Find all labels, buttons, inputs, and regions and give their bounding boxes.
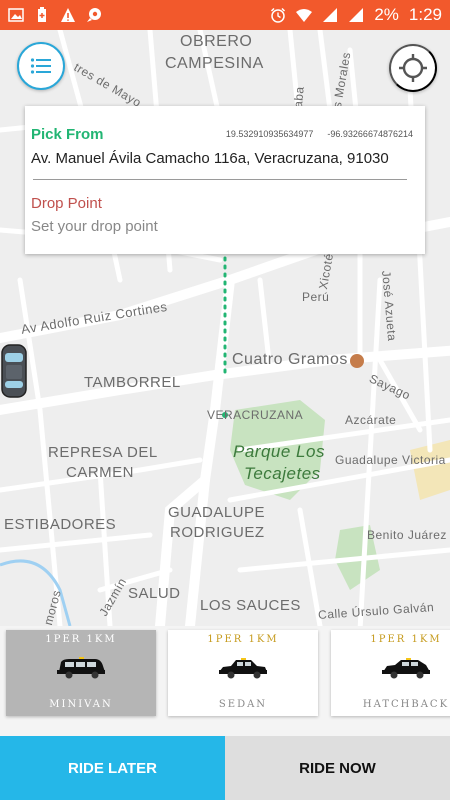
image-icon xyxy=(8,8,24,22)
map-label-los-sauces: LOS SAUCES xyxy=(200,597,301,614)
card-divider xyxy=(33,179,407,180)
signal-icon-2 xyxy=(349,8,364,22)
pick-address[interactable]: Av. Manuel Ávila Camacho 116a, Veracruza… xyxy=(31,150,389,167)
drop-point-input[interactable] xyxy=(31,218,411,235)
car-marker-icon xyxy=(1,344,27,398)
sedan-icon xyxy=(219,658,267,679)
chat-icon xyxy=(87,8,101,22)
map-label-represa-1: REPRESA DEL xyxy=(48,444,158,461)
crosshair-icon xyxy=(399,54,427,82)
clock: 1:29 xyxy=(408,5,442,24)
vehicle-rate: 1PER 1KM xyxy=(370,634,442,645)
map-label-peru: Perú xyxy=(302,290,330,304)
list-icon xyxy=(30,58,51,74)
drop-point-label: Drop Point xyxy=(31,195,102,212)
map-label-campesina: CAMPESINA xyxy=(165,55,264,72)
map-label-azcarate: Azcárate xyxy=(345,413,397,427)
map-label-benito-juarez: Benito Juárez xyxy=(367,528,447,542)
battery-text: 2% xyxy=(374,5,399,24)
vehicle-name: SEDAN xyxy=(218,699,268,710)
location-card: Pick From 19.532910935634977 -96.9326667… xyxy=(25,106,425,254)
map-label-cuatro-gramos: Cuatro Gramos xyxy=(232,351,348,368)
my-location-button[interactable] xyxy=(389,44,437,92)
vehicle-card-minivan[interactable]: 1PER 1KM MINIVAN xyxy=(6,630,156,716)
map-label-guadalupe-victoria: Guadalupe Victoria xyxy=(335,453,446,467)
alarm-icon xyxy=(271,7,286,23)
map-label-tamborrel: TAMBORREL xyxy=(84,374,181,391)
map-label-estibadores: ESTIBADORES xyxy=(4,516,117,533)
map-label-represa-2: CARMEN xyxy=(66,464,135,481)
map-label-guadalupe-2: RODRIGUEZ xyxy=(170,524,265,541)
signal-icon xyxy=(323,8,338,22)
menu-button[interactable] xyxy=(17,42,65,90)
ride-later-button[interactable]: RIDE LATER xyxy=(0,736,225,800)
map-label-salud: SALUD xyxy=(128,585,181,602)
pick-coordinates: 19.532910935634977 -96.93266674876214 xyxy=(226,129,413,139)
minivan-icon xyxy=(57,657,105,679)
wifi-icon xyxy=(296,9,313,22)
vehicle-name: MINIVAN xyxy=(49,699,113,710)
vehicle-rate: 1PER 1KM xyxy=(45,634,117,645)
vehicle-name: HATCHBACK xyxy=(362,699,450,710)
poi-icon xyxy=(350,354,364,368)
status-bar: 2% 1:29 xyxy=(0,0,450,30)
pick-longitude: -96.93266674876214 xyxy=(327,129,413,139)
pick-from-label: Pick From xyxy=(31,126,104,143)
ride-now-button[interactable]: RIDE NOW xyxy=(225,736,450,800)
vehicle-card-hatchback[interactable]: 1PER 1KM HATCHBACK xyxy=(331,630,450,716)
map-label-guadalupe-1: GUADALUPE xyxy=(168,504,266,521)
hatchback-icon xyxy=(382,658,430,679)
map-label-parque-2: Tecajetes xyxy=(244,464,321,483)
map-label-parque-1: Parque Los xyxy=(233,442,325,461)
map-label-obrero: OBRERO xyxy=(180,33,253,50)
vehicle-selector[interactable]: 1PER 1KM MINIVAN 1PER 1KM SEDAN 1PER 1KM xyxy=(0,626,450,736)
map-label-veracruzana: VERACRUZANA xyxy=(207,408,304,422)
battery-plus-icon xyxy=(38,7,46,22)
warning-icon xyxy=(61,8,75,22)
pick-latitude: 19.532910935634977 xyxy=(225,129,314,139)
vehicle-rate: 1PER 1KM xyxy=(207,634,279,645)
vehicle-card-sedan[interactable]: 1PER 1KM SEDAN xyxy=(168,630,318,716)
